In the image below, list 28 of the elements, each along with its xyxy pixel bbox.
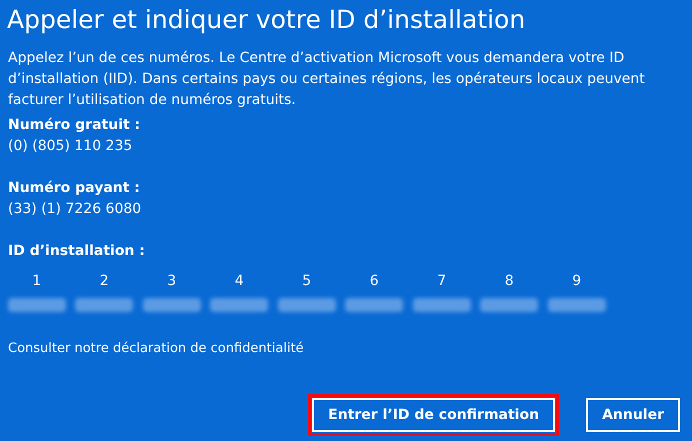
blurred-id-group <box>278 298 336 312</box>
number-label: Numéro gratuit : <box>8 116 140 135</box>
blurred-id-group <box>210 298 268 312</box>
blurred-id-group <box>75 298 134 312</box>
group-number: 5 <box>302 272 312 291</box>
blurred-id-group <box>480 298 538 312</box>
group-number: 3 <box>167 272 176 291</box>
privacy-link[interactable]: Consulter notre déclaration de confidentialité <box>8 338 304 359</box>
dialog-button[interactable]: Annuler <box>586 398 680 432</box>
blurred-id-group <box>142 298 201 312</box>
id-label: ID d’installation : <box>8 242 145 261</box>
blurred-id-group <box>548 298 606 312</box>
group-number: 6 <box>370 272 379 291</box>
dialog-button[interactable]: Entrer l’ID de confirmation <box>312 398 556 432</box>
group-number: 1 <box>32 272 42 291</box>
blurred-id-group <box>8 298 66 312</box>
blurred-id-group <box>345 298 404 312</box>
intro-text: Appelez l’un de ces numéros. Le Centre d’activation Microsoft vous demandera votre ID d’installation (IID). Dans certains pays ou certaines régions, les opérateurs locaux peuvent facturer l’utilisation de numéros gratuits. <box>8 49 646 110</box>
group-number: 9 <box>572 272 582 291</box>
group-number: 7 <box>437 272 446 291</box>
group-number: 4 <box>234 272 244 291</box>
blurred-id-group <box>412 298 471 312</box>
dialog-title: Appeler et indiquer votre ID d’installation <box>6 4 526 36</box>
number-label: Numéro payant : <box>8 179 140 198</box>
phone-number: (0) (805) 110 235 <box>8 137 132 156</box>
phone-number: (33) (1) 7226 6080 <box>8 200 142 219</box>
group-number: 2 <box>100 272 109 291</box>
group-number: 8 <box>504 272 514 291</box>
